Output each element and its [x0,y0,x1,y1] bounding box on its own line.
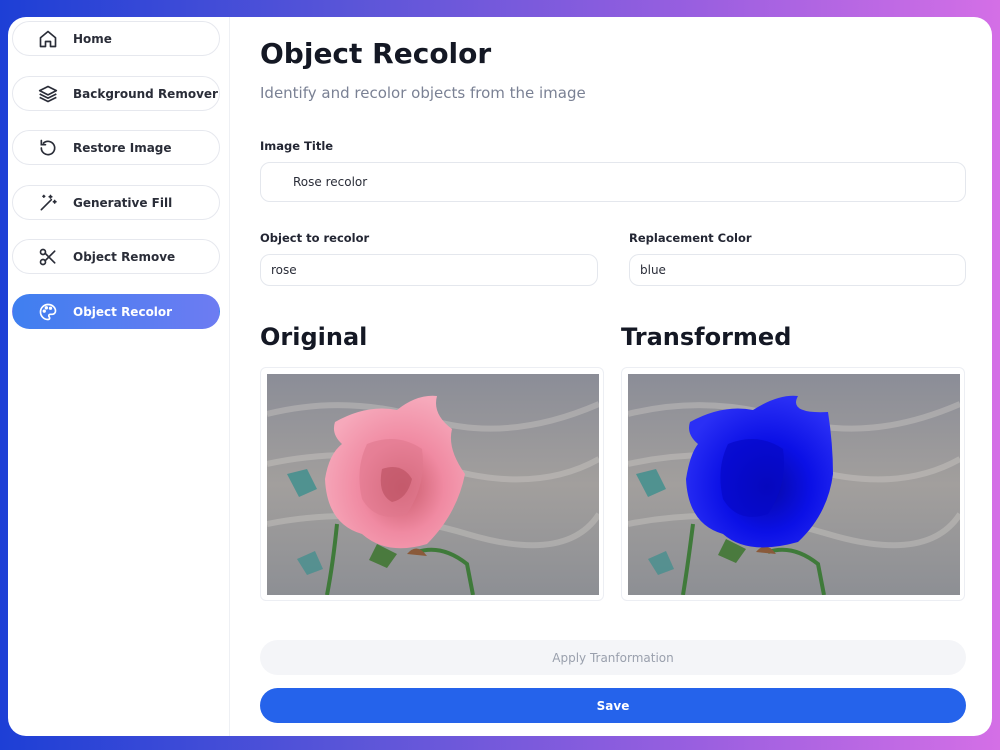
magic-wand-icon [37,192,59,214]
main-content: Object Recolor Identify and recolor obje… [260,17,966,736]
original-rose-image [267,374,599,595]
sidebar-item-label: Background Remover [73,86,218,101]
sidebar-item-label: Object Remove [73,249,176,264]
sidebar-item-background-remover[interactable]: Background Remover [12,76,220,111]
object-to-recolor-label: Object to recolor [260,231,370,245]
layers-icon [37,83,59,105]
page-subtitle: Identify and recolor objects from the im… [260,84,586,102]
sidebar: Home Background Remover Restore Image Ge… [8,17,230,736]
sidebar-item-label: Restore Image [73,140,172,155]
transformed-rose-image [628,374,960,595]
original-heading: Original [260,323,368,351]
sidebar-item-label: Home [73,31,112,46]
scissors-icon [37,246,59,268]
image-title-label: Image Title [260,139,334,153]
replacement-color-input[interactable] [629,254,966,286]
save-button[interactable]: Save [260,688,966,723]
home-icon [37,28,59,50]
transformed-heading: Transformed [621,323,792,351]
page-title: Object Recolor [260,37,492,70]
sidebar-item-object-recolor[interactable]: Object Recolor [12,294,220,329]
apply-transformation-button[interactable]: Apply Tranformation [260,640,966,675]
transformed-image-card [621,367,965,601]
sidebar-item-label: Generative Fill [73,195,173,210]
sidebar-item-home[interactable]: Home [12,21,220,56]
sidebar-item-restore-image[interactable]: Restore Image [12,130,220,165]
sidebar-item-object-remove[interactable]: Object Remove [12,239,220,274]
restore-icon [37,137,59,159]
original-image-card [260,367,604,601]
palette-icon [37,301,59,323]
sidebar-item-label: Object Recolor [73,304,173,319]
replacement-color-label: Replacement Color [629,231,752,245]
object-to-recolor-input[interactable] [260,254,598,286]
image-title-input[interactable] [260,162,966,202]
sidebar-item-generative-fill[interactable]: Generative Fill [12,185,220,220]
app-window: Home Background Remover Restore Image Ge… [8,17,992,736]
